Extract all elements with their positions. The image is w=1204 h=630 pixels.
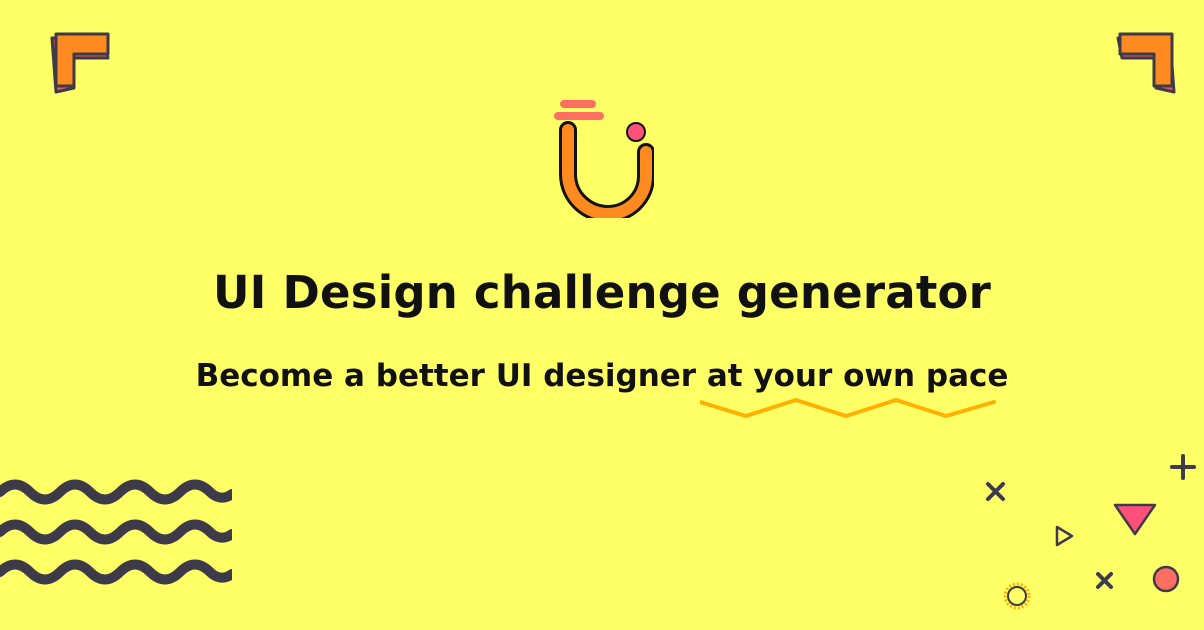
subtitle-main: Become a better UI designer [195, 358, 697, 394]
corner-bracket-icon-left [50, 32, 110, 94]
subtitle-emphasis: at your own pace [706, 358, 1009, 394]
zigzag-underline-icon [700, 398, 996, 418]
corner-bracket-icon-right [1116, 32, 1176, 94]
page-title: UI Design challenge generator [212, 266, 992, 319]
landing-canvas: UI Design challenge generator Become a b… [0, 0, 1204, 630]
page-subtitle: Become a better UI designer at your own … [0, 358, 1204, 394]
waves-decoration [0, 479, 232, 585]
u-logo-icon [554, 100, 654, 218]
confetti-decoration [986, 454, 1196, 610]
